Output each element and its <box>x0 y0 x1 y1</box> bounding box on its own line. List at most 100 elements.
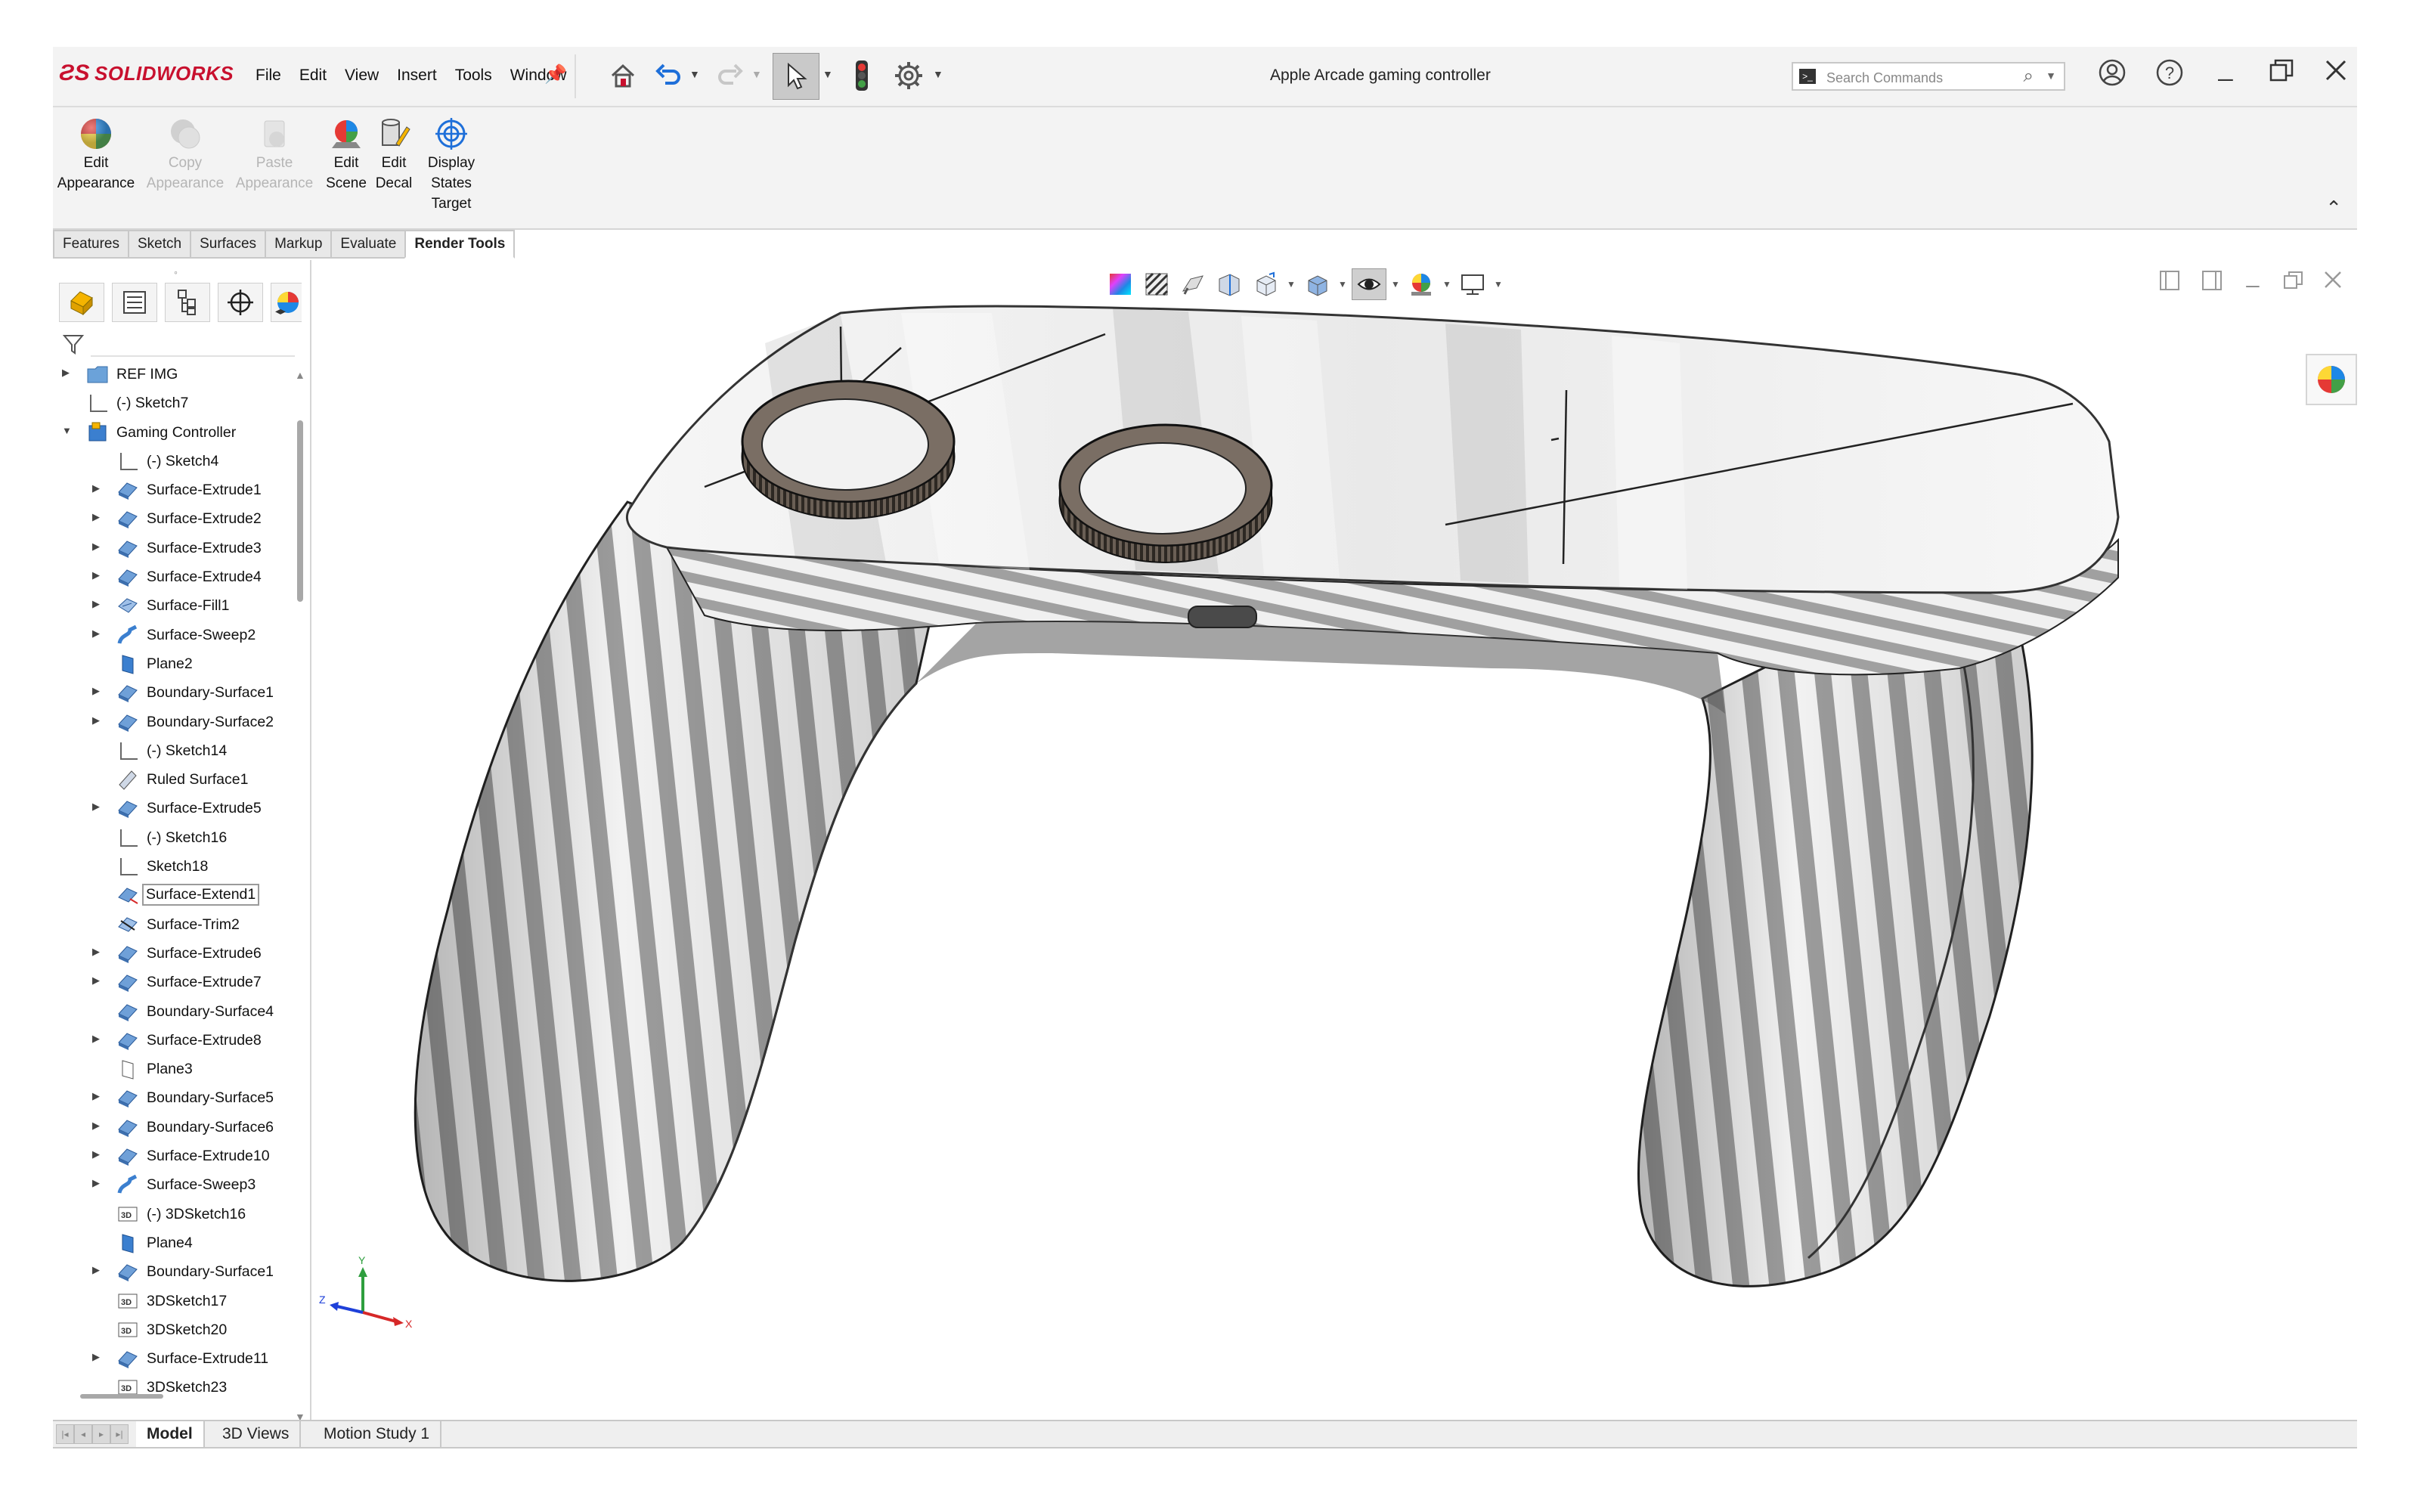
feature-tree-item[interactable]: Surface-Trim2 <box>53 910 302 939</box>
copy-appearance-button[interactable]: Copy Appearance <box>144 115 227 194</box>
help-icon[interactable]: ? <box>2151 57 2188 94</box>
filter-icon[interactable] <box>62 333 85 361</box>
expand-arrow-icon[interactable]: ▶ <box>92 1351 100 1363</box>
feature-tree-item[interactable]: Surface-Extend1 <box>53 881 302 909</box>
expand-arrow-icon[interactable]: ▶ <box>92 974 100 987</box>
undo-icon[interactable] <box>650 57 686 94</box>
feature-tree-item[interactable]: ▶ Surface-Extrude8 <box>53 1026 302 1055</box>
feature-tree-item[interactable]: 3D 3DSketch20 <box>53 1315 302 1344</box>
feature-tree-item[interactable]: (-) Sketch4 <box>53 447 302 476</box>
tab-motion-study-1[interactable]: Motion Study 1 <box>313 1421 442 1447</box>
feature-tree-item[interactable]: ▶ Surface-Extrude3 <box>53 534 302 562</box>
expand-arrow-icon[interactable]: ▶ <box>92 946 100 958</box>
home-icon[interactable] <box>605 57 641 94</box>
expand-arrow-icon[interactable]: ▶ <box>92 1264 100 1276</box>
next-tab-icon[interactable]: ▸ <box>92 1424 110 1444</box>
feature-manager-tab[interactable] <box>59 283 104 322</box>
tab-features[interactable]: Features <box>53 230 128 259</box>
feature-tree-item[interactable]: ▼ Gaming Controller <box>53 418 302 447</box>
expand-arrow-icon[interactable]: ▶ <box>92 482 100 494</box>
feature-tree-item[interactable]: ▶ Boundary-Surface1 <box>53 678 302 707</box>
menu-insert[interactable]: Insert <box>388 67 446 85</box>
property-manager-tab[interactable] <box>112 283 157 322</box>
feature-tree-item[interactable]: ▶ Surface-Sweep3 <box>53 1170 302 1199</box>
expand-arrow-icon[interactable]: ▶ <box>92 1033 100 1045</box>
expand-arrow-icon[interactable]: ▶ <box>92 1148 100 1160</box>
expand-arrow-icon[interactable]: ▶ <box>92 598 100 610</box>
feature-tree-item[interactable]: ▶ Boundary-Surface1 <box>53 1257 302 1286</box>
user-icon[interactable] <box>2094 57 2130 94</box>
search-commands-input[interactable]: >_ Search Commands ⌕ ▼ <box>1792 62 2065 91</box>
minimize-icon[interactable]: _ <box>2207 53 2244 82</box>
search-dropdown-icon[interactable]: ▼ <box>2046 70 2056 82</box>
expand-arrow-icon[interactable]: ▶ <box>92 627 100 640</box>
gear-icon[interactable] <box>891 57 927 94</box>
menu-tools[interactable]: Tools <box>446 67 501 85</box>
feature-tree-item[interactable]: ▶ Surface-Fill1 <box>53 591 302 620</box>
feature-tree-item[interactable]: Plane3 <box>53 1055 302 1083</box>
redo-dropdown-icon[interactable]: ▼ <box>751 68 762 80</box>
options-dropdown-icon[interactable]: ▼ <box>933 68 943 80</box>
tab-evaluate[interactable]: Evaluate <box>330 230 405 259</box>
prev-tab-icon[interactable]: ◂ <box>74 1424 92 1444</box>
scroll-thumb[interactable] <box>297 420 303 602</box>
feature-tree-item[interactable]: ▶ Boundary-Surface2 <box>53 708 302 736</box>
search-icon[interactable]: ⌕ <box>2024 66 2034 87</box>
edit-decal-button[interactable]: Edit Decal <box>370 115 417 194</box>
configuration-manager-tab[interactable] <box>165 283 210 322</box>
feature-tree-item[interactable]: Plane4 <box>53 1228 302 1257</box>
feature-tree-item[interactable]: ▶ Surface-Extrude1 <box>53 476 302 504</box>
expand-arrow-icon[interactable]: ▶ <box>92 685 100 697</box>
feature-tree-item[interactable]: Boundary-Surface4 <box>53 997 302 1026</box>
feature-tree-item[interactable]: ▶ Surface-Extrude10 <box>53 1142 302 1170</box>
display-manager-tab[interactable]: ◂▸ <box>271 283 302 322</box>
gaming-controller-model[interactable]: Y Z X <box>311 260 2357 1420</box>
tab-render-tools[interactable]: Render Tools <box>404 230 516 259</box>
expand-arrow-icon[interactable]: ▶ <box>92 569 100 581</box>
select-dropdown-icon[interactable]: ▼ <box>822 68 833 80</box>
feature-tree-item[interactable]: (-) Sketch7 <box>53 389 302 417</box>
expand-arrow-icon[interactable]: ▶ <box>92 801 100 813</box>
tab-sketch[interactable]: Sketch <box>127 230 191 259</box>
expand-arrow-icon[interactable]: ▶ <box>92 1090 100 1102</box>
edit-appearance-button[interactable]: Edit Appearance <box>54 115 138 194</box>
expand-arrow-icon[interactable]: ▶ <box>92 511 100 523</box>
feature-tree-item[interactable]: 3D 3DSketch17 <box>53 1287 302 1315</box>
feature-tree-item[interactable]: ▶ Surface-Extrude2 <box>53 504 302 533</box>
tree-scrollbar[interactable]: ▲ ▼ <box>295 369 305 1423</box>
expand-arrow-icon[interactable]: ▶ <box>92 1120 100 1132</box>
expand-arrow-icon[interactable]: ▶ <box>62 367 70 379</box>
pin-icon[interactable]: 📌 <box>544 64 567 85</box>
close-icon[interactable] <box>2318 57 2354 90</box>
feature-tree-item[interactable]: Plane2 <box>53 649 302 678</box>
tab-markup[interactable]: Markup <box>265 230 331 259</box>
feature-tree-item[interactable]: 3D (-) 3DSketch16 <box>53 1200 302 1228</box>
feature-tree-item[interactable]: (-) Sketch16 <box>53 823 302 852</box>
display-states-target-button[interactable]: Display States Target <box>419 115 484 214</box>
solidworks-logo[interactable]: ƧS SOLIDWORKS <box>59 60 234 86</box>
scroll-up-icon[interactable]: ▲ <box>295 369 305 381</box>
expand-arrow-icon[interactable]: ▶ <box>92 714 100 727</box>
feature-tree-item[interactable]: ▶ Boundary-Surface5 <box>53 1083 302 1112</box>
collapse-ribbon-icon[interactable]: ⌃ <box>2325 197 2342 220</box>
redo-icon[interactable] <box>712 57 748 94</box>
feature-tree-item[interactable]: ▶ Surface-Extrude11 <box>53 1344 302 1373</box>
feature-tree-item[interactable]: ▶ Boundary-Surface6 <box>53 1113 302 1142</box>
feature-tree-item[interactable]: ▶ Surface-Extrude5 <box>53 794 302 823</box>
tab-model[interactable]: Model <box>136 1421 205 1447</box>
feature-tree-item[interactable]: ▶ REF IMG <box>53 360 302 389</box>
first-tab-icon[interactable]: |◂ <box>56 1424 74 1444</box>
feature-tree-item[interactable]: Ruled Surface1 <box>53 765 302 794</box>
collapse-arrow-icon[interactable]: ▼ <box>62 425 72 436</box>
expand-arrow-icon[interactable]: ▶ <box>92 1177 100 1189</box>
feature-tree-item[interactable]: ▶ Surface-Extrude6 <box>53 939 302 968</box>
tab-surfaces[interactable]: Surfaces <box>190 230 265 259</box>
expand-arrow-icon[interactable]: ▶ <box>92 541 100 553</box>
feature-tree-item[interactable]: (-) Sketch14 <box>53 736 302 765</box>
edit-scene-button[interactable]: Edit Scene <box>322 115 370 194</box>
menu-edit[interactable]: Edit <box>290 67 336 85</box>
tab-3d-views[interactable]: 3D Views <box>212 1421 302 1447</box>
last-tab-icon[interactable]: ▸| <box>110 1424 129 1444</box>
feature-tree-item[interactable]: ▶ Surface-Extrude4 <box>53 562 302 591</box>
feature-tree-item[interactable]: Sketch18 <box>53 852 302 881</box>
